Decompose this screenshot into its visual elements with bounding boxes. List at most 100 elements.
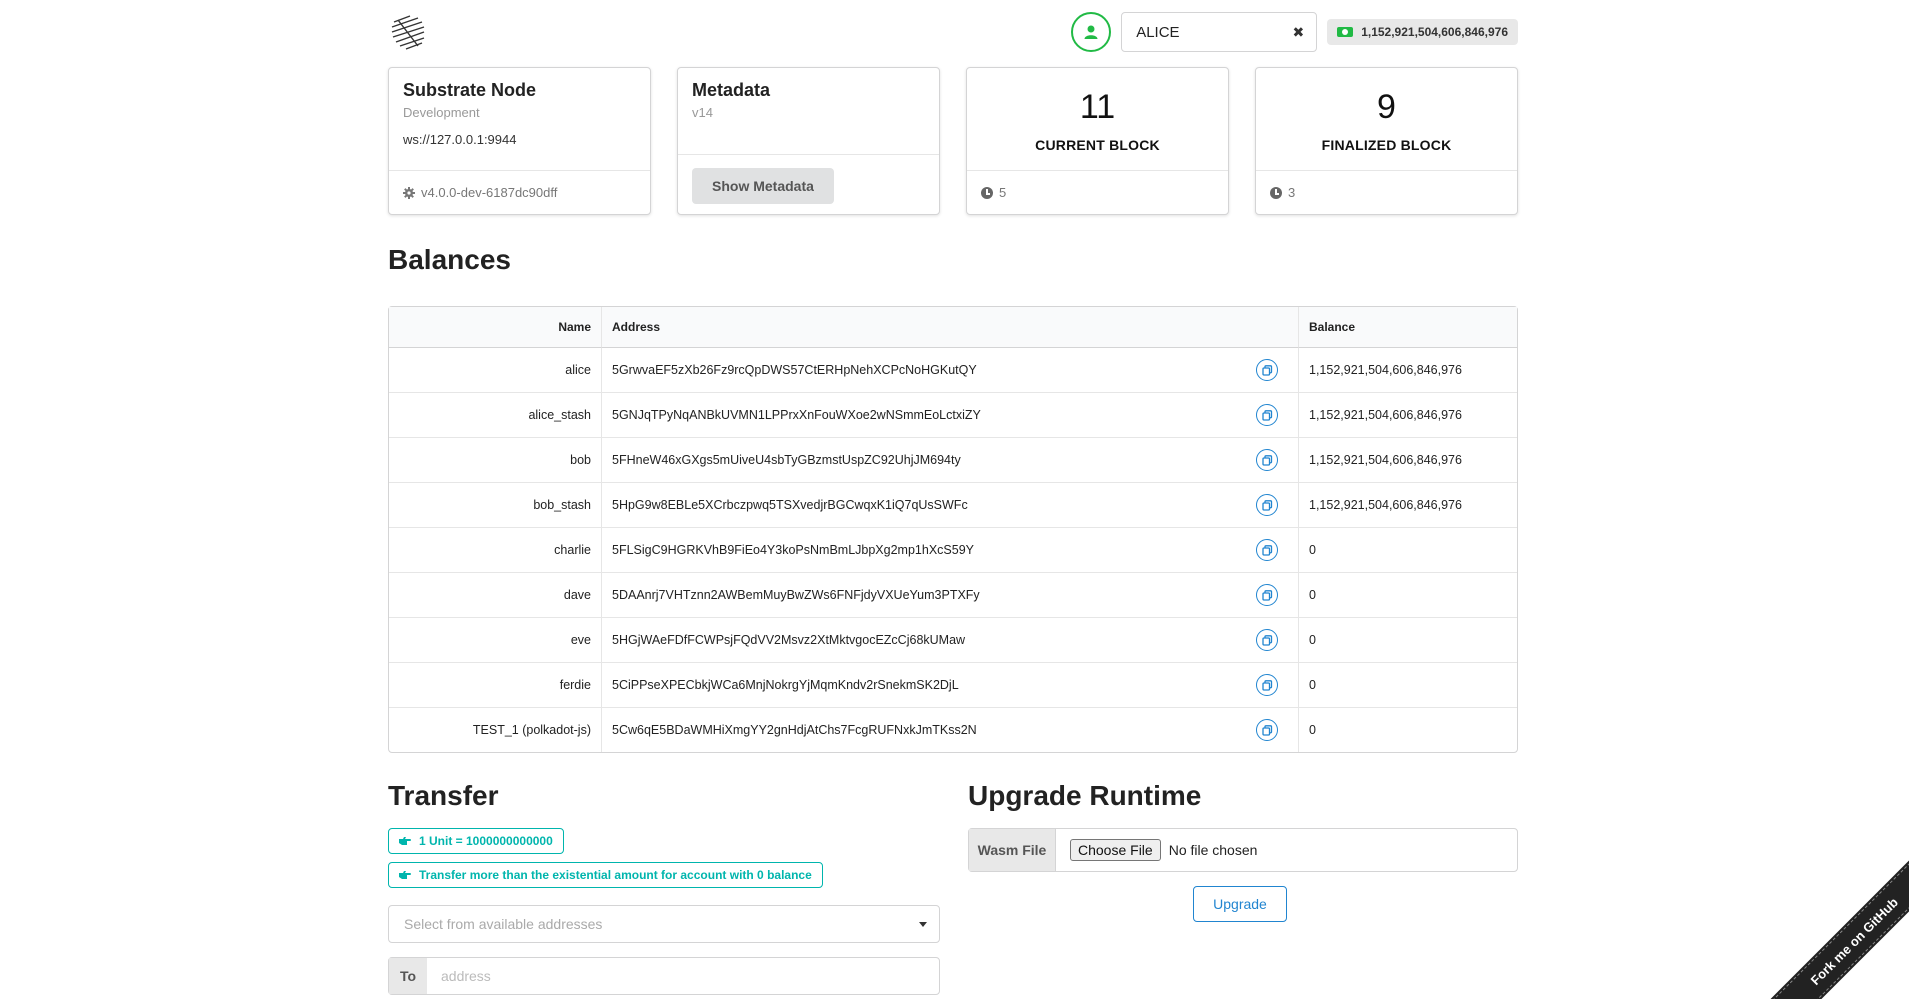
account-balance-cell: 0	[1299, 572, 1517, 617]
copy-address-button[interactable]	[1256, 539, 1278, 561]
copy-address-button[interactable]	[1256, 359, 1278, 381]
unit-info-label: 1 Unit = 1000000000000	[388, 828, 564, 854]
copy-address-button[interactable]	[1256, 719, 1278, 741]
wasm-file-label: Wasm File	[969, 829, 1056, 871]
column-header-address: Address	[602, 307, 1299, 348]
address-wrap: 5GrwvaEF5zXb26Fz9rcQpDWS57CtERHpNehXCPcN…	[612, 359, 1288, 381]
copy-address-button[interactable]	[1256, 584, 1278, 606]
current-block-card: 11 CURRENT BLOCK 5	[966, 67, 1229, 215]
upgrade-button[interactable]: Upgrade	[1193, 886, 1287, 922]
address-wrap: 5CiPPseXPECbkjWCa6MnjNokrgYjMqmKndv2rSne…	[612, 674, 1288, 696]
account-name-cell: ferdie	[389, 662, 602, 707]
finalized-block-timer-row: 3	[1256, 170, 1517, 214]
metadata-title: Metadata	[692, 80, 771, 100]
account-name-cell: alice	[389, 348, 602, 392]
account-address: 5HGjWAeFDfFCWPsjFQdVV2Msvz2XtMktvgocEZcC…	[612, 633, 966, 647]
chevron-down-icon	[919, 921, 927, 927]
account-address-cell: 5Cw6qE5BDaWMHiXmgYY2gnHdjAtChs7FcgRUFNxk…	[602, 707, 1299, 752]
account-balance-cell: 1,152,921,504,606,846,976	[1299, 482, 1517, 527]
account-address-cell: 5GNJqTPyNqANBkUVMN1LPPrxXnFouWXoe2wNSmmE…	[602, 392, 1299, 437]
account-address: 5GNJqTPyNqANBkUVMN1LPPrxXnFouWXoe2wNSmmE…	[612, 408, 981, 422]
account-address: 5FHneW46xGXgs5mUiveU4sbTyGBzmstUspZC92Uh…	[612, 453, 961, 467]
wasm-file-field: Wasm File Choose File No file chosen	[968, 828, 1518, 872]
account-name-cell: alice_stash	[389, 392, 602, 437]
account-address-cell: 5HGjWAeFDfFCWPsjFQdVV2Msvz2XtMktvgocEZcC…	[602, 617, 1299, 662]
node-chain-type: Development	[403, 105, 480, 120]
copy-icon	[1261, 454, 1272, 466]
from-address-dropdown[interactable]: Select from available addresses	[388, 905, 940, 943]
account-name: ALICE	[1136, 23, 1180, 41]
column-header-name: Name	[389, 307, 602, 348]
show-metadata-button[interactable]: Show Metadata	[692, 168, 834, 204]
account-address-cell: 5GrwvaEF5zXb26Fz9rcQpDWS57CtERHpNehXCPcN…	[602, 348, 1299, 392]
address-wrap: 5FLSigC9HGRKVhB9FiEo4Y3koPsNmBmLJbpXg2mp…	[612, 539, 1288, 561]
copy-address-button[interactable]	[1256, 449, 1278, 471]
address-wrap: 5Cw6qE5BDaWMHiXmgYY2gnHdjAtChs7FcgRUFNxk…	[612, 719, 1288, 741]
copy-icon	[1261, 589, 1272, 601]
user-icon	[1084, 25, 1098, 39]
transfer-title: Transfer	[388, 780, 499, 811]
table-row: TEST_1 (polkadot-js) 5Cw6qE5BDaWMHiXmgYY2…	[389, 707, 1517, 752]
account-balance-cell: 1,152,921,504,606,846,976	[1299, 437, 1517, 482]
unit-info-text: 1 Unit = 1000000000000	[419, 834, 553, 848]
table-row: ferdie 5CiPPseXPECbkjWCa6MnjNokrgYjMqmKnd…	[389, 662, 1517, 707]
copy-icon	[1261, 364, 1272, 376]
existential-info-label: Transfer more than the existential amoun…	[388, 862, 823, 888]
balances-table: Name Address Balance alice 5GrwvaEF5zXb26…	[388, 306, 1518, 753]
close-icon[interactable]: ✖	[1292, 24, 1304, 41]
table-row: alice_stash 5GNJqTPyNqANBkUVMN1LPPrxXnFou…	[389, 392, 1517, 437]
copy-icon	[1261, 544, 1272, 556]
copy-address-button[interactable]	[1256, 629, 1278, 651]
table-row: bob 5FHneW46xGXgs5mUiveU4sbTyGBzmstUspZC9…	[389, 437, 1517, 482]
account-address-cell: 5CiPPseXPECbkjWCa6MnjNokrgYjMqmKndv2rSne…	[602, 662, 1299, 707]
choose-file-button[interactable]: Choose File	[1070, 839, 1161, 861]
finalized-block-timer: 3	[1288, 185, 1296, 200]
account-address: 5HpG9w8EBLe5XCrbczpwq5TSXvedjrBGCwqxK1iQ…	[612, 498, 968, 512]
finalized-block-card: 9 FINALIZED BLOCK 3	[1255, 67, 1518, 215]
account-name-cell: bob_stash	[389, 482, 602, 527]
node-endpoint: ws://127.0.0.1:9944	[403, 132, 517, 147]
copy-address-button[interactable]	[1256, 404, 1278, 426]
account-name-cell: eve	[389, 617, 602, 662]
account-balance-badge: 1,152,921,504,606,846,976	[1327, 19, 1518, 45]
address-wrap: 5HpG9w8EBLe5XCrbczpwq5TSXvedjrBGCwqxK1iQ…	[612, 494, 1288, 516]
to-address-input[interactable]	[427, 958, 939, 994]
account-name-cell: bob	[389, 437, 602, 482]
existential-info-text: Transfer more than the existential amoun…	[419, 868, 812, 882]
copy-icon	[1261, 724, 1272, 736]
account-balance-cell: 1,152,921,504,606,846,976	[1299, 392, 1517, 437]
from-address-placeholder: Select from available addresses	[404, 916, 603, 932]
account-name-cell: charlie	[389, 527, 602, 572]
node-info-card: Substrate Node Development ws://127.0.0.…	[388, 67, 651, 215]
account-address: 5FLSigC9HGRKVhB9FiEo4Y3koPsNmBmLJbpXg2mp…	[612, 543, 974, 557]
table-row: dave 5DAAnrj7VHTznn2AWBemMuyBwZWs6FNFjdyV…	[389, 572, 1517, 617]
current-block-timer: 5	[999, 185, 1007, 200]
account-address: 5DAAnrj7VHTznn2AWBemMuyBwZWs6FNFjdyVXUeY…	[612, 588, 980, 602]
account-balance-cell: 0	[1299, 617, 1517, 662]
table-row: eve 5HGjWAeFDfFCWPsjFQdVV2Msvz2XtMktvgocE…	[389, 617, 1517, 662]
fork-me-on-github-ribbon[interactable]: Fork me on GitHub	[1769, 859, 1909, 999]
copy-address-button[interactable]	[1256, 674, 1278, 696]
copy-icon	[1261, 634, 1272, 646]
to-address-field: To	[388, 957, 940, 995]
account-address-cell: 5DAAnrj7VHTznn2AWBemMuyBwZWs6FNFjdyVXUeY…	[602, 572, 1299, 617]
account-balance-cell: 0	[1299, 662, 1517, 707]
copy-address-button[interactable]	[1256, 494, 1278, 516]
account-dropdown[interactable]: ALICE ✖	[1121, 12, 1318, 52]
copy-icon	[1261, 499, 1272, 511]
clock-icon	[1270, 186, 1282, 199]
account-avatar[interactable]	[1071, 12, 1112, 52]
current-block-label: CURRENT BLOCK	[1035, 137, 1160, 153]
table-row: charlie 5FLSigC9HGRKVhB9FiEo4Y3koPsNmBmLJ…	[389, 527, 1517, 572]
account-name-cell: TEST_1 (polkadot-js)	[389, 707, 602, 752]
account-balance-cell: 0	[1299, 707, 1517, 752]
money-icon	[1337, 27, 1354, 37]
balances-table-body: alice 5GrwvaEF5zXb26Fz9rcQpDWS57CtERHpNeh…	[389, 348, 1517, 752]
substrate-logo[interactable]	[388, 12, 428, 52]
finalized-block-label: FINALIZED BLOCK	[1321, 137, 1452, 153]
account-address-cell: 5FHneW46xGXgs5mUiveU4sbTyGBzmstUspZC92Uh…	[602, 437, 1299, 482]
clock-icon	[981, 186, 993, 199]
node-version-row: v4.0.0-dev-6187dc90dff	[389, 170, 650, 214]
account-address: 5Cw6qE5BDaWMHiXmgYY2gnHdjAtChs7FcgRUFNxk…	[612, 723, 977, 737]
table-row: bob_stash 5HpG9w8EBLe5XCrbczpwq5TSXvedjrB…	[389, 482, 1517, 527]
